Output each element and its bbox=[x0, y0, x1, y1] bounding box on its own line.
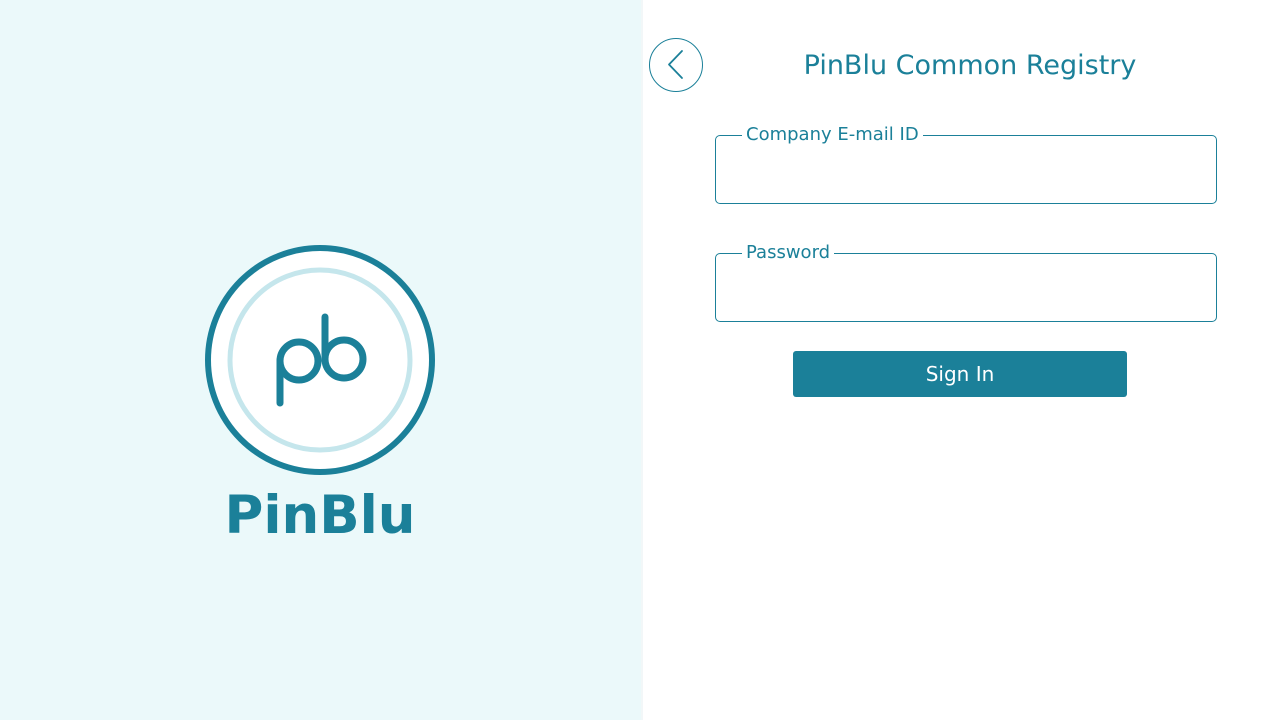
chevron-left-icon bbox=[668, 50, 683, 79]
login-screen: PinBlu PinBlu Common Registry Company E-… bbox=[0, 0, 1280, 720]
back-button[interactable] bbox=[649, 38, 703, 92]
email-field[interactable]: Company E-mail ID bbox=[715, 123, 1217, 204]
password-field[interactable]: Password bbox=[715, 241, 1217, 322]
pinblu-logo bbox=[205, 245, 435, 475]
sign-in-button[interactable]: Sign In bbox=[793, 351, 1127, 397]
email-field-label: Company E-mail ID bbox=[742, 123, 923, 147]
email-input[interactable] bbox=[730, 152, 1204, 188]
password-input[interactable] bbox=[730, 270, 1204, 306]
page-title: PinBlu Common Registry bbox=[803, 50, 1137, 81]
password-field-label: Password bbox=[742, 241, 835, 265]
brand-name: PinBlu bbox=[224, 485, 416, 546]
brand-panel: PinBlu bbox=[0, 0, 641, 720]
